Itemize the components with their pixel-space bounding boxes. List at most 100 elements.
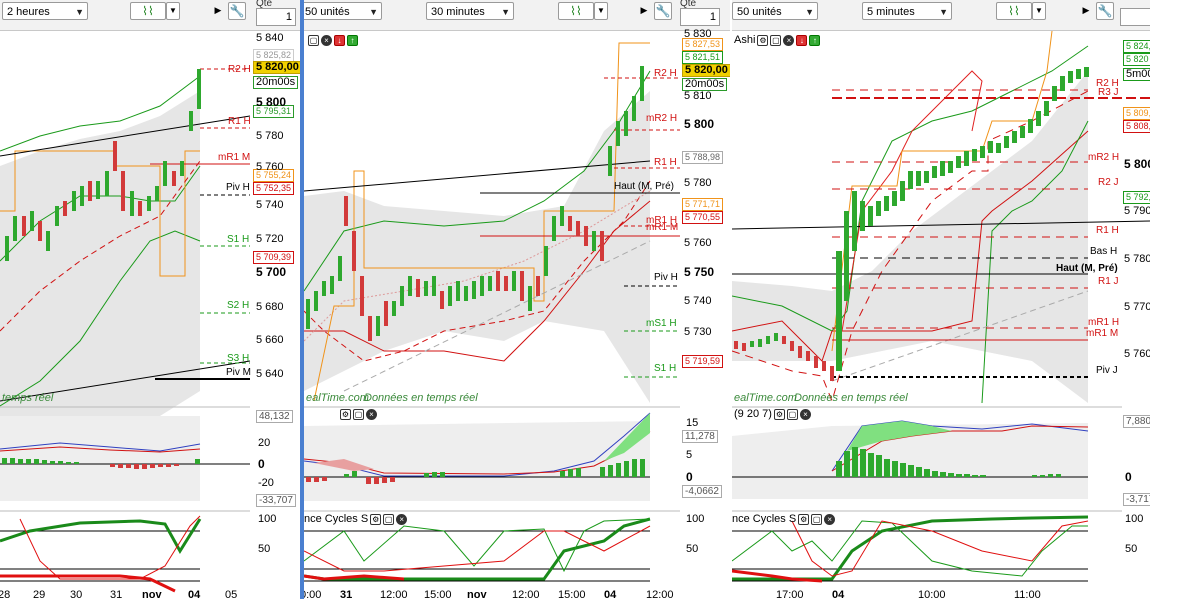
level-mr2: mR2 H [1088,152,1120,163]
units-select[interactable]: 50 unités ▼ [732,2,818,20]
ind1-bottom-tag: -3,717 [1123,493,1150,506]
ind1-top-tag: 48,132 [256,410,293,423]
indicators-menu-button[interactable]: ▼ [166,2,180,20]
scroll-right-icon[interactable]: ▶ [1080,2,1092,20]
level-mr1m: mR1 M [646,222,679,233]
price-axis-label: 5 740 [684,295,712,307]
level-s3: S3 H [227,353,250,364]
maximize-icon[interactable]: ▢ [383,513,395,525]
time-axis-label: 04 [832,589,845,599]
price-tag-p3: 5 809, [1123,107,1150,120]
chart-title: Ashi [734,34,756,46]
level-piv: Piv J [1096,365,1118,376]
price-chart-area[interactable]: ▢ × ↓ ↑ 5 827,53 5 821,51 5 820,00 20m00s 5… [304,28,730,599]
close-icon[interactable]: × [824,513,836,525]
wrench-icon[interactable]: 🔧 [228,2,246,20]
panel-1-toolbar: 2 heures ▼ ⌇⌇ ▼ ▶ 🔧 Qte 1 [0,0,300,31]
level-piv: Piv H [226,182,250,193]
period-select-value: 5 minutes [867,6,915,18]
ind2-axis-label: 100 [686,513,705,525]
ind2-axis-label: 100 [258,513,277,525]
ind2-axis-label: 100 [1125,513,1144,525]
level-mr1m: mR1 M [1086,328,1119,339]
qte-input[interactable]: 1 [256,8,296,26]
wrench-icon[interactable]: ⚙ [773,408,785,420]
price-tag-p2: 5 821,51 [682,51,724,64]
move-up-icon[interactable]: ↑ [347,34,358,46]
price-axis-label: 5 800 [684,117,715,131]
indicator-1-title: (9 20 7) [734,408,772,420]
maximize-icon[interactable]: ▢ [770,34,782,46]
wrench-icon[interactable]: ⚙ [340,408,351,420]
time-axis-label: nov [142,589,162,599]
price-chart-area[interactable]: 5 825,82 5 820,00 20m00s 5 795,31 5 755,… [0,31,300,599]
indicator-1-controls: ⚙ ▢ × [338,408,377,420]
time-axis-label: 30 [70,589,83,599]
scroll-right-icon[interactable]: ▶ [212,2,224,20]
qte-input[interactable]: 1 [680,8,720,26]
chart-window-controls: ▢ × ↓ ↑ [306,34,358,46]
ind2-axis-label: 50 [686,543,699,555]
close-icon[interactable]: × [396,513,408,525]
move-up-icon[interactable]: ↑ [809,34,821,46]
maximize-icon[interactable]: ▢ [786,408,798,420]
wrench-icon[interactable]: ⚙ [757,34,769,46]
indicators-icon[interactable]: ⌇⌇ [130,2,166,20]
level-r2: R2 H [228,64,251,75]
price-axis-label: 5 700 [256,265,287,279]
period-select-value: 2 heures [7,6,50,18]
close-icon[interactable]: × [799,408,811,420]
level-r1: R1 H [1096,225,1119,236]
price-axis-label: 5 740 [256,199,284,211]
wrench-icon[interactable]: 🔧 [654,2,672,20]
indicators-menu-button[interactable]: ▼ [594,2,608,20]
indicators-menu-button[interactable]: ▼ [1032,2,1046,20]
qte-input[interactable] [1120,8,1150,26]
close-icon[interactable]: × [366,408,377,420]
maximize-icon[interactable]: ▢ [811,513,823,525]
price-tag-p5: 5 792, [1123,191,1150,204]
period-select[interactable]: 2 heures ▼ [2,2,88,20]
wrench-icon[interactable]: ⚙ [370,513,382,525]
period-select[interactable]: 30 minutes ▼ [426,2,514,20]
move-down-icon[interactable]: ↓ [796,34,808,46]
ind1-top-tag: 11,278 [682,430,718,443]
maximize-icon[interactable]: ▢ [353,408,364,420]
level-pivm: Piv M [226,367,251,378]
close-icon[interactable]: × [321,34,332,46]
time-axis-label: 29 [33,589,46,599]
period-select[interactable]: 5 minutes ▼ [862,2,952,20]
indicators-icon[interactable]: ⌇⌇ [558,2,594,20]
units-select-value: 50 unités [737,6,782,18]
indicators-icon[interactable]: ⌇⌇ [996,2,1032,20]
price-axis-label: 5 680 [256,301,284,313]
price-chart-area[interactable]: Ashi⚙▢×↓↑ 5 824, 5 820 5m00s 5 809, 5 80… [732,31,1150,599]
maximize-icon[interactable]: ▢ [308,34,319,46]
time-axis-label: 04 [188,589,201,599]
current-price-tag: 5 820,00 [253,61,300,74]
data-watermark: Données en temps réel [794,392,908,404]
level-r2: R2 H [654,68,677,79]
chevron-down-icon: ▼ [805,7,814,17]
price-axis-label: 5 760 [256,161,284,173]
units-select[interactable]: 50 unités ▼ [304,2,382,20]
chevron-down-icon: ▼ [501,7,510,17]
price-axis-label: 5 760 [1124,348,1150,360]
wrench-icon[interactable]: ⚙ [798,513,810,525]
ind1-bottom-tag: -4,0662 [682,485,722,498]
price-axis-label: 5 780 [1124,253,1150,265]
ind1-axis-label: 0 [1125,470,1132,484]
scroll-right-icon[interactable]: ▶ [638,2,650,20]
time-axis-label: 12:00 [512,589,540,599]
indicator-2-header: nce Cycles S ⚙ ▢ × [304,513,408,525]
level-r2j: R2 J [1098,177,1119,188]
time-axis-label: 04 [604,589,617,599]
chevron-down-icon: ▼ [369,7,378,17]
level-piv: Piv H [654,272,678,283]
move-down-icon[interactable]: ↓ [334,34,345,46]
close-icon[interactable]: × [783,34,795,46]
time-axis-label: 28 [0,589,11,599]
wrench-icon[interactable]: 🔧 [1096,2,1114,20]
price-axis-label: 5 770 [1124,301,1150,313]
ind1-axis-label: 20 [258,437,271,449]
